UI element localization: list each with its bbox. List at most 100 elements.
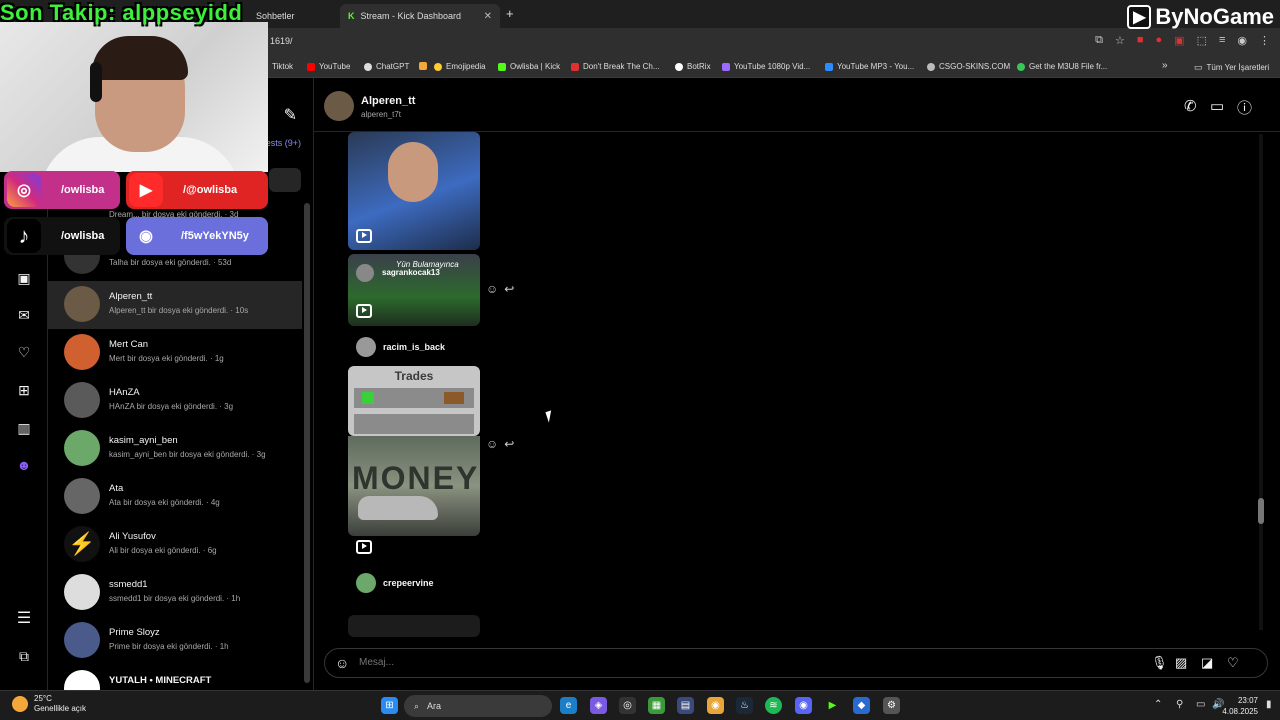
extensions-icon[interactable]: ⬚ [1197,34,1207,47]
conversation-item[interactable]: kasim_ayni_ben kasim_ayni_ben bir dosya … [48,425,302,473]
conversation-item[interactable]: Mert Can Mert bir dosya eki gönderdi. · … [48,329,302,377]
avatar [64,574,100,610]
conversation-item[interactable]: Prime Sloyz Prime bir dosya eki gönderdi… [48,617,302,665]
settings-icon[interactable]: ⚙ [883,697,900,714]
menu-list-icon[interactable]: ≡ [1219,34,1225,47]
conversation-item[interactable]: YUTALH • MINECRAFT [48,665,302,690]
emoji-icon[interactable]: ☺ [335,655,349,671]
info-icon[interactable]: ⓘ [1237,97,1252,118]
heart-icon[interactable]: ♡ [14,342,34,362]
create-icon[interactable]: ⊞ [14,380,34,400]
bookmark-unnamed[interactable] [419,62,427,70]
weather-widget[interactable]: 25°C Genellikle açık [12,694,86,714]
tab-kick-dashboard[interactable]: K Stream - Kick Dashboard ✕ [340,4,500,28]
taskbar-search[interactable]: ⌕ Ara [404,695,552,717]
url-text[interactable]: 1619/ [270,36,293,46]
webcam-feed [0,22,268,172]
profile-icon[interactable]: ◉ [1237,34,1247,47]
avatar [64,622,100,658]
extension-pin-icon[interactable]: ● [1156,34,1163,47]
sender-name[interactable]: racim_is_back [383,342,445,352]
bookmark-dont-break-the-chain[interactable]: Don't Break The Ch... [571,62,660,71]
conversation-list-scrollbar[interactable] [304,203,310,683]
bookmark-youtube-mp3[interactable]: YouTube MP3 - You... [825,62,914,71]
message-input[interactable] [359,657,1059,668]
tiktok-handle: /owlisba [61,230,105,242]
requests-link[interactable]: ests (9+) [266,138,301,148]
tray-icon[interactable]: ⚲ [1176,699,1183,710]
conversation-item[interactable]: HAnZA HAnZA bir dosya eki gönderdi. · 3g [48,377,302,425]
youtube-icon [307,62,315,71]
video-call-icon[interactable]: ▭ [1210,97,1224,115]
time: 23:07 [1237,696,1258,705]
reels-icon[interactable]: ▣ [14,268,34,288]
heart-icon[interactable]: ♡ [1227,655,1239,671]
bookmark-youtube[interactable]: YouTube [307,62,350,71]
search-field-edge[interactable] [269,168,301,192]
instagram-badge: ◎ /owlisba [4,171,120,209]
conversation-item[interactable]: ⚡ Ali Yusufov Ali bir dosya eki gönderdi… [48,521,302,569]
bookmark-csgo-skins[interactable]: CSGO-SKINS.COM [927,62,1010,71]
close-tab-icon[interactable]: ✕ [484,11,492,22]
steam-icon[interactable]: ♨ [736,697,753,714]
kebab-menu-icon[interactable]: ⋮ [1259,34,1270,47]
all-bookmarks[interactable]: ▭ Tüm Yer İşaretleri [1194,62,1269,73]
microphone-icon[interactable]: 🎙 [1151,655,1168,671]
conversation-item-active[interactable]: Alperen_tt Alperen_tt bir dosya eki gönd… [48,281,302,329]
bynogame-logo: ▶ ByNoGame [1127,2,1274,32]
dashboard-icon[interactable]: ▥ [14,418,34,438]
bookmark-chatgpt[interactable]: ChatGPT [364,62,409,71]
bookmark-tiktok[interactable]: Tiktok [272,62,293,71]
extension-red-icon[interactable]: ■ [1137,34,1144,47]
menu-icon[interactable]: ☰ [14,608,34,628]
bookmark-emojipedia[interactable]: Emojipedia [434,62,486,71]
bookmark-m3u8[interactable]: Get the M3U8 File fr... [1017,62,1107,71]
spotify-icon[interactable]: ≋ [765,697,782,714]
clock[interactable]: 23:07 4.08.2025 [1222,695,1258,717]
conversation-item[interactable]: Ata Ata bir dosya eki gönderdi. · 4g [48,473,302,521]
phone-icon[interactable]: ✆ [1184,97,1197,115]
chat-scrollbar-thumb[interactable] [1258,498,1264,524]
edge-icon[interactable]: e [560,697,577,714]
tray-expand-icon[interactable]: ⌃ [1154,699,1162,710]
chat-name[interactable]: Alperen_tt [361,95,415,107]
extension-new-icon[interactable]: ▣ [1174,34,1184,47]
money-thumbnail[interactable]: MONEY [348,436,480,536]
notification-icon[interactable]: ▮ [1266,699,1272,710]
app-icon[interactable]: ▤ [677,697,694,714]
chrome-icon[interactable]: ◉ [707,697,724,714]
sticker-icon[interactable]: ◪ [1201,655,1213,671]
sender-name[interactable]: crepeervine [383,578,434,588]
new-tab-button[interactable]: + [506,6,514,21]
app-icon[interactable]: ◎ [619,697,636,714]
discord-icon[interactable]: ◉ [795,697,812,714]
bookmark-botrix[interactable]: BotRix [675,62,711,71]
reel-thumbnail-partial[interactable] [348,615,480,637]
apps-icon[interactable]: ⧉ [14,646,34,666]
react-icon[interactable]: ☺ [486,437,498,451]
messenger-icon[interactable]: ✉ [14,305,34,325]
reply-icon[interactable]: ↩ [504,282,514,296]
chat-avatar[interactable] [324,91,354,121]
trades-thumbnail[interactable]: Trades [348,366,480,436]
image-icon[interactable]: ▨ [1175,655,1187,671]
install-icon[interactable]: ⧉ [1095,34,1103,47]
more-bookmarks-button[interactable]: » [1162,60,1168,71]
profile-avatar-icon[interactable]: ☻ [14,455,34,475]
conversation-item[interactable]: ssmedd1 ssmedd1 bir dosya eki gönderdi. … [48,569,302,617]
star-icon[interactable]: ☆ [1115,34,1125,47]
minecraft-icon[interactable]: ▦ [648,697,665,714]
app-icon[interactable]: ◆ [853,697,870,714]
chatgpt-icon [364,62,372,71]
network-icon[interactable]: ▭ [1196,699,1205,710]
bookmark-owlisba-kick[interactable]: Owlisba | Kick [498,62,560,71]
bookmark-youtube-1080p[interactable]: YouTube 1080p Vid... [722,62,810,71]
kick-icon[interactable]: ▶ [824,697,841,714]
windows-start-icon[interactable]: ⊞ [381,697,398,714]
reel-sender-row: crepeervine [356,573,434,593]
windows-taskbar: 25°C Genellikle açık ⊞ ⌕ Ara e ◈ ◎ ▦ ▤ ◉… [0,690,1280,720]
copilot-icon[interactable]: ◈ [590,697,607,714]
compose-icon[interactable]: ✎ [284,105,297,125]
reply-icon[interactable]: ↩ [504,437,514,451]
react-icon[interactable]: ☺ [486,282,498,296]
